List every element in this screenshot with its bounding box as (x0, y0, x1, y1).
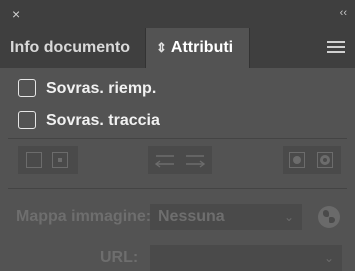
panel-title-bar: × ‹‹ (0, 0, 355, 28)
nonzero-winding-icon (289, 152, 305, 168)
divider (8, 138, 347, 139)
double-chevron-icon: ⇕ (156, 40, 167, 55)
close-icon[interactable]: × (12, 1, 36, 27)
image-map-select[interactable]: Nessuna ⌄ (150, 204, 302, 230)
divider (8, 188, 347, 189)
collapse-panel-icon[interactable]: ‹‹ (325, 1, 347, 25)
chevron-down-icon: ⌄ (323, 251, 334, 265)
tab-attributi[interactable]: ⇕ Attributi (145, 28, 250, 68)
overprint-stroke-checkbox[interactable] (18, 111, 36, 129)
panel-tabs: Info documento ⇕ Attributi (0, 28, 355, 68)
attributes-panel: × ‹‹ Info documento ⇕ Attributi Sovras. r… (0, 0, 355, 271)
globe-icon[interactable] (318, 206, 340, 228)
image-map-label: Mappa immagine: (16, 208, 152, 225)
hide-center-icon (26, 152, 42, 168)
direction-buttons[interactable] (148, 146, 212, 174)
fill-rule-buttons[interactable] (283, 146, 341, 174)
show-center-icon (52, 152, 68, 168)
image-map-value: Nessuna (158, 208, 225, 225)
reverse-path-direction-off-icon (154, 155, 206, 168)
overprint-fill-label: Sovras. riemp. (46, 80, 157, 97)
center-display-buttons[interactable] (18, 146, 78, 174)
chevron-down-icon: ⌄ (283, 210, 294, 224)
url-select[interactable]: ⌄ (150, 245, 342, 271)
even-odd-fill-icon (317, 152, 333, 168)
overprint-stroke-label: Sovras. traccia (46, 112, 160, 129)
overprint-fill-checkbox[interactable] (18, 79, 36, 97)
tab-info-documento[interactable]: Info documento (10, 28, 145, 68)
tab-attributi-label: Attributi (170, 39, 234, 56)
panel-menu-icon[interactable] (327, 41, 345, 55)
url-label: URL: (100, 249, 139, 266)
